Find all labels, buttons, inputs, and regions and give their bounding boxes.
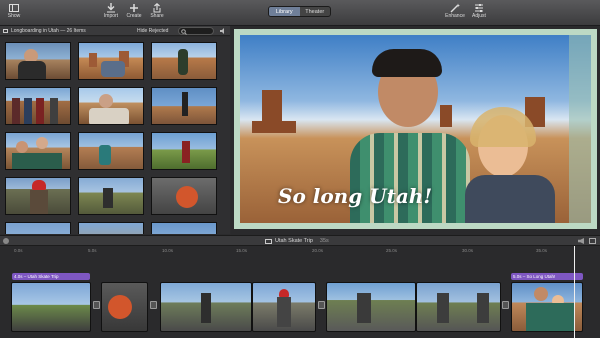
ruler-tick: 5.0s xyxy=(88,248,97,253)
video-clip[interactable] xyxy=(326,282,416,332)
create-label: Create xyxy=(126,13,142,19)
ruler-tick: 10.0s xyxy=(162,248,174,253)
view-switcher: Library Theater xyxy=(268,6,331,17)
event-icon xyxy=(3,28,8,33)
search-icon xyxy=(181,28,187,35)
transition-icon[interactable] xyxy=(502,301,509,309)
share-label: Share xyxy=(150,13,164,19)
create-button[interactable]: Create xyxy=(122,2,146,19)
audio-icon[interactable] xyxy=(219,27,227,35)
video-clip[interactable] xyxy=(101,282,148,332)
import-button[interactable]: Import xyxy=(99,2,123,19)
project-name: Utah Skate Trip xyxy=(275,238,313,244)
media-thumbnail[interactable] xyxy=(78,177,144,215)
video-clip[interactable] xyxy=(11,282,91,332)
event-title: Longboarding in Utah — 26 Items xyxy=(11,27,86,34)
media-thumbnail[interactable] xyxy=(151,87,217,125)
playhead[interactable] xyxy=(574,246,575,338)
media-thumbnail[interactable] xyxy=(5,177,71,215)
ruler-tick: 15.0s xyxy=(236,248,248,253)
sliders-icon xyxy=(474,2,484,13)
enhance-label: Enhance xyxy=(445,13,465,19)
video-clip[interactable] xyxy=(160,282,252,332)
volume-icon[interactable] xyxy=(578,238,584,244)
import-icon xyxy=(106,2,116,13)
video-clip[interactable] xyxy=(416,282,501,332)
media-browser xyxy=(0,37,230,234)
media-thumbnail[interactable] xyxy=(151,222,217,234)
transition-icon[interactable] xyxy=(93,301,100,309)
ruler-tick: 25.0s xyxy=(386,248,398,253)
ruler-tick: 0.0s xyxy=(14,248,23,253)
media-thumbnail[interactable] xyxy=(151,177,217,215)
import-label: Import xyxy=(103,13,119,19)
search-field[interactable] xyxy=(178,27,214,35)
tab-library[interactable]: Library xyxy=(269,7,300,16)
video-clip[interactable] xyxy=(511,282,583,332)
media-thumbnail[interactable] xyxy=(151,42,217,80)
media-thumbnail[interactable] xyxy=(78,222,144,234)
viewer: So long Utah! xyxy=(231,26,600,235)
project-title: Utah Skate Trip 35s xyxy=(265,238,329,244)
ruler-tick: 20.0s xyxy=(312,248,324,253)
settings-icon[interactable] xyxy=(589,238,596,244)
transition-icon[interactable] xyxy=(150,301,157,309)
media-thumbnail[interactable] xyxy=(5,132,71,170)
ruler-tick: 35.0s xyxy=(536,248,548,253)
media-thumbnail[interactable] xyxy=(78,42,144,80)
show-label: Show xyxy=(7,13,21,19)
media-thumbnail[interactable] xyxy=(5,87,71,125)
share-icon xyxy=(152,2,162,13)
timeline[interactable]: 0.0s 5.0s 10.0s 15.0s 20.0s 25.0s 30.0s … xyxy=(0,246,600,338)
title-overlay[interactable]: So long Utah! xyxy=(278,184,432,208)
transition-icon[interactable] xyxy=(318,301,325,309)
adjust-label: Adjust xyxy=(472,13,486,19)
library-header: Longboarding in Utah — 26 Items Hide Rej… xyxy=(0,26,230,36)
close-icon[interactable] xyxy=(3,238,9,244)
ruler-tick: 30.0s xyxy=(462,248,474,253)
magic-wand-icon xyxy=(450,2,460,13)
preview-frame[interactable]: So long Utah! xyxy=(234,29,597,229)
share-button[interactable]: Share xyxy=(145,2,169,19)
sidebar-icon xyxy=(9,2,19,13)
filter-dropdown[interactable]: Hide Rejected xyxy=(137,28,168,34)
media-thumbnail[interactable] xyxy=(5,222,71,234)
film-icon xyxy=(265,238,272,244)
project-duration: 35s xyxy=(319,238,329,244)
media-thumbnail[interactable] xyxy=(78,132,144,170)
title-clip[interactable]: 5.0s – So Long Utah! xyxy=(511,273,583,280)
timeline-header: Utah Skate Trip 35s xyxy=(0,235,600,246)
media-thumbnail[interactable] xyxy=(5,42,71,80)
title-clip[interactable]: 4.0s – Utah Skate Trip xyxy=(12,273,90,280)
media-thumbnail[interactable] xyxy=(151,132,217,170)
video-clip[interactable] xyxy=(252,282,316,332)
plus-icon xyxy=(129,2,139,13)
tab-theater[interactable]: Theater xyxy=(300,7,331,16)
toolbar: Show Import Create Share Library Theater… xyxy=(0,0,600,26)
show-button[interactable]: Show xyxy=(2,2,26,19)
adjust-button[interactable]: Adjust xyxy=(466,2,492,19)
enhance-button[interactable]: Enhance xyxy=(441,2,469,19)
media-thumbnail[interactable] xyxy=(78,87,144,125)
